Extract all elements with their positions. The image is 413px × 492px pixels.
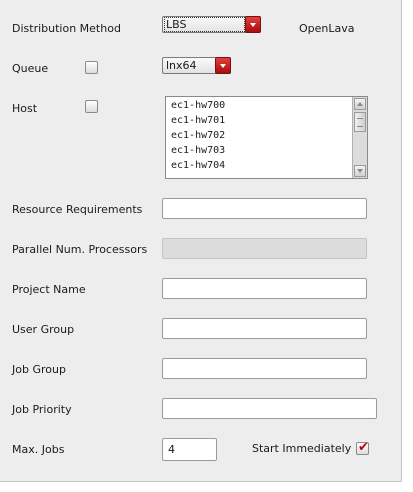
- scheduler-name: OpenLava: [299, 22, 355, 35]
- queue-value: lnx64: [166, 59, 197, 72]
- resource-requirements-input[interactable]: [162, 198, 367, 219]
- start-immediately-label: Start Immediately: [252, 442, 352, 455]
- queue-checkbox[interactable]: [85, 61, 98, 74]
- chevron-down-icon[interactable]: [215, 57, 231, 74]
- settings-panel: Distribution Method LBS OpenLava Queue l…: [0, 0, 402, 482]
- distribution-method-select[interactable]: LBS: [162, 16, 261, 33]
- host-list-item[interactable]: ec1-hw700: [171, 100, 225, 111]
- host-list[interactable]: ec1-hw700 ec1-hw701 ec1-hw702 ec1-hw703 …: [165, 96, 368, 179]
- project-name-label: Project Name: [12, 283, 86, 296]
- checkmark-icon: ✔: [358, 440, 369, 455]
- max-jobs-label: Max. Jobs: [12, 443, 65, 456]
- chevron-down-icon[interactable]: [245, 16, 261, 33]
- host-checkbox[interactable]: [85, 100, 98, 113]
- host-label: Host: [12, 102, 38, 115]
- job-group-label: Job Group: [12, 363, 66, 376]
- queue-label: Queue: [12, 62, 49, 75]
- host-list-item[interactable]: ec1-hw702: [171, 130, 225, 141]
- resource-requirements-label: Resource Requirements: [12, 203, 143, 216]
- parallel-processors-label: Parallel Num. Processors: [12, 243, 148, 256]
- scroll-up-icon[interactable]: [354, 98, 366, 110]
- start-immediately-checkbox[interactable]: ✔: [356, 440, 369, 455]
- max-jobs-input[interactable]: 4: [162, 438, 217, 461]
- parallel-processors-input: [162, 238, 367, 259]
- scroll-thumb[interactable]: [354, 112, 366, 132]
- host-list-item[interactable]: ec1-hw704: [171, 160, 225, 171]
- scroll-down-icon[interactable]: [354, 165, 366, 177]
- distribution-method-label: Distribution Method: [12, 22, 121, 35]
- job-priority-input[interactable]: [162, 398, 377, 419]
- job-group-input[interactable]: [162, 358, 367, 379]
- host-list-item[interactable]: ec1-hw701: [171, 115, 225, 126]
- host-list-scrollbar[interactable]: [352, 97, 367, 178]
- user-group-input[interactable]: [162, 318, 367, 339]
- host-list-item[interactable]: ec1-hw703: [171, 145, 225, 156]
- project-name-input[interactable]: [162, 278, 367, 299]
- job-priority-label: Job Priority: [12, 403, 72, 416]
- user-group-label: User Group: [12, 323, 75, 336]
- distribution-method-value: LBS: [166, 18, 187, 31]
- queue-select[interactable]: lnx64: [162, 57, 231, 74]
